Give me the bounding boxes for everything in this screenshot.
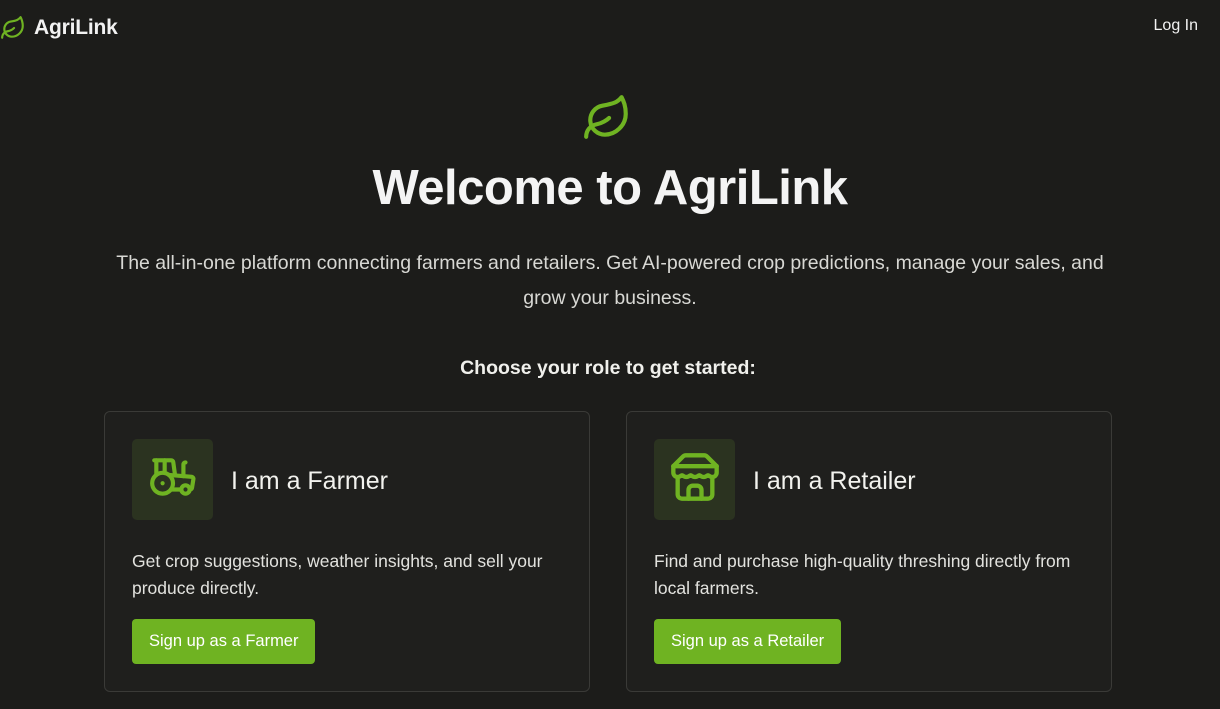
leaf-icon [582,93,632,143]
page-title: Welcome to AgriLink [372,161,848,215]
top-navbar: AgriLink Log In [0,0,1220,56]
brand-logo[interactable]: AgriLink [0,14,118,42]
retailer-card-description: Find and purchase high-quality threshing… [654,551,1071,598]
farmer-role-card: I am a Farmer Get crop suggestions, weat… [104,411,590,692]
retailer-role-card: I am a Retailer Find and purchase high-q… [626,411,1112,692]
farmer-icon-tile [132,439,213,520]
leaf-icon [0,15,26,41]
signup-retailer-button[interactable]: Sign up as a Retailer [654,619,842,664]
tractor-icon [148,452,198,507]
brand-name: AgriLink [34,16,118,39]
retailer-card-title: I am a Retailer [753,467,916,495]
farmer-card-title: I am a Farmer [231,467,388,495]
retailer-icon-tile [654,439,735,520]
login-link[interactable]: Log In [1154,17,1198,35]
farmer-card-description: Get crop suggestions, weather insights, … [132,551,543,598]
signup-farmer-button[interactable]: Sign up as a Farmer [132,619,316,664]
store-icon [669,451,721,508]
hero-subtitle: The all-in-one platform connecting farme… [116,252,1104,309]
role-prompt: Choose your role to get started: [460,357,756,379]
